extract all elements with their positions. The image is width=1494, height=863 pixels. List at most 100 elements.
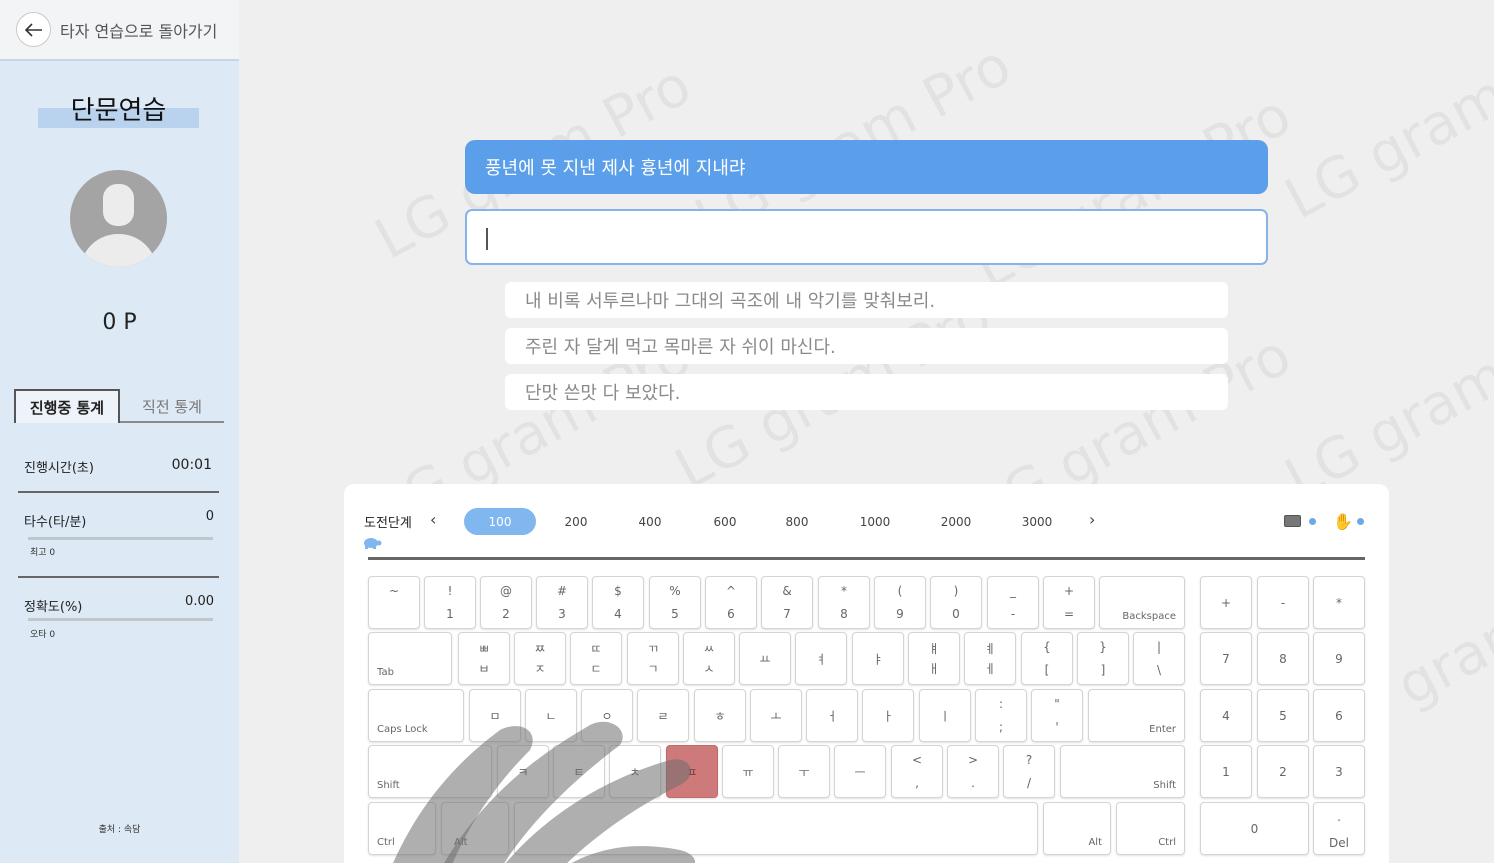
key-numpad-multiply[interactable]: * bbox=[1313, 576, 1365, 629]
key-tab[interactable]: Tab bbox=[368, 632, 452, 685]
level-prev-button[interactable]: ‹ bbox=[430, 510, 436, 529]
key-shift-right[interactable]: Shift bbox=[1060, 745, 1185, 798]
key-alt-left[interactable]: Alt bbox=[441, 802, 509, 855]
key-t[interactable]: ㅆㅅ bbox=[683, 632, 735, 685]
key-capslock[interactable]: Caps Lock bbox=[368, 689, 464, 742]
key-numpad-plus[interactable]: + bbox=[1200, 576, 1252, 629]
key-numpad-1[interactable]: 1 bbox=[1200, 745, 1252, 798]
key-7[interactable]: & 7 bbox=[761, 576, 813, 629]
key-alt-right[interactable]: Alt bbox=[1043, 802, 1111, 855]
key-c[interactable]: ㅊ bbox=[609, 745, 661, 798]
key-3[interactable]: #3 bbox=[536, 576, 588, 629]
key-numpad-6[interactable]: 6 bbox=[1313, 689, 1365, 742]
tab-current-stats[interactable]: 진행중 통계 bbox=[14, 389, 120, 423]
key-right-bracket[interactable]: }] bbox=[1077, 632, 1129, 685]
level-100[interactable]: 100 bbox=[464, 508, 536, 535]
key-v-highlighted[interactable]: ㅍ bbox=[666, 745, 718, 798]
stat-accuracy-label: 정확도(%) bbox=[24, 600, 83, 615]
avatar-head bbox=[103, 184, 134, 226]
key-tilde[interactable]: ~ bbox=[368, 576, 420, 629]
key-s[interactable]: ㄴ bbox=[525, 689, 577, 742]
next-sentence-2: 주린 자 달게 먹고 목마른 자 쉬이 마신다. bbox=[505, 328, 1228, 364]
key-e[interactable]: ㄸㄷ bbox=[570, 632, 622, 685]
level-next-button[interactable]: › bbox=[1089, 510, 1095, 529]
back-arrow-icon[interactable] bbox=[16, 12, 51, 47]
key-q[interactable]: ㅃㅂ bbox=[458, 632, 510, 685]
key-quote[interactable]: " ' bbox=[1031, 689, 1083, 742]
key-n[interactable]: ㅜ bbox=[778, 745, 830, 798]
key-l[interactable]: ㅣ bbox=[919, 689, 971, 742]
key-k[interactable]: ㅏ bbox=[862, 689, 914, 742]
level-3000[interactable]: 3000 bbox=[1017, 508, 1057, 535]
key-numpad-del[interactable]: . Del bbox=[1313, 802, 1365, 855]
key-5[interactable]: % 5 bbox=[649, 576, 701, 629]
keyboard-toggle-icon[interactable] bbox=[1284, 515, 1301, 527]
key-r[interactable]: ㄲㄱ bbox=[627, 632, 679, 685]
key-u[interactable]: ㅕ bbox=[795, 632, 847, 685]
key-backslash[interactable]: | \ bbox=[1133, 632, 1185, 685]
level-1000[interactable]: 1000 bbox=[855, 508, 895, 535]
key-enter[interactable]: Enter bbox=[1088, 689, 1185, 742]
key-6[interactable]: ^ 6 bbox=[705, 576, 757, 629]
key-semicolon[interactable]: :; bbox=[975, 689, 1027, 742]
stat-time: 진행시간(초) 00:01 bbox=[24, 457, 212, 476]
key-comma[interactable]: <, bbox=[891, 745, 943, 798]
key-ctrl-left[interactable]: Ctrl bbox=[368, 802, 436, 855]
key-numpad-3[interactable]: 3 bbox=[1313, 745, 1365, 798]
key-b[interactable]: ㅠ bbox=[722, 745, 774, 798]
key-a[interactable]: ㅁ bbox=[469, 689, 521, 742]
level-2000[interactable]: 2000 bbox=[936, 508, 976, 535]
back-to-typing-button[interactable]: 타자 연습으로 돌아가기 bbox=[0, 0, 239, 61]
key-m[interactable]: ㅡ bbox=[834, 745, 886, 798]
level-600[interactable]: 600 bbox=[705, 508, 745, 535]
key-numpad-7[interactable]: 7 bbox=[1200, 632, 1252, 685]
watermark: LG gram Pro bbox=[1275, 12, 1494, 233]
key-equals[interactable]: + = bbox=[1043, 576, 1095, 629]
key-d[interactable]: ㅇ bbox=[581, 689, 633, 742]
key-o[interactable]: ㅒㅐ bbox=[908, 632, 960, 685]
key-numpad-5[interactable]: 5 bbox=[1257, 689, 1309, 742]
key-numpad-8[interactable]: 8 bbox=[1257, 632, 1309, 685]
stat-speed-best: 최고 0 bbox=[30, 548, 56, 558]
level-200[interactable]: 200 bbox=[556, 508, 596, 535]
key-g[interactable]: ㅎ bbox=[694, 689, 746, 742]
next-sentence-3: 단맛 쓴맛 다 보았다. bbox=[505, 374, 1228, 410]
key-h[interactable]: ㅗ bbox=[750, 689, 802, 742]
key-space[interactable] bbox=[514, 802, 1038, 855]
key-p[interactable]: ㅖㅔ bbox=[964, 632, 1016, 685]
key-4[interactable]: $4 bbox=[592, 576, 644, 629]
key-2[interactable]: @2 bbox=[480, 576, 532, 629]
key-9[interactable]: (9 bbox=[874, 576, 926, 629]
back-label[interactable]: 타자 연습으로 돌아가기 bbox=[60, 18, 217, 42]
key-period[interactable]: >. bbox=[947, 745, 999, 798]
typing-input[interactable] bbox=[465, 209, 1268, 265]
key-1[interactable]: ! 1 bbox=[424, 576, 476, 629]
key-y[interactable]: ㅛ bbox=[739, 632, 791, 685]
key-backspace[interactable]: Backspace bbox=[1099, 576, 1185, 629]
key-z[interactable]: ㅋ bbox=[497, 745, 549, 798]
tab-previous-stats[interactable]: 직전 통계 bbox=[120, 389, 224, 423]
level-400[interactable]: 400 bbox=[630, 508, 670, 535]
key-numpad-9[interactable]: 9 bbox=[1313, 632, 1365, 685]
key-numpad-0[interactable]: 0 bbox=[1200, 802, 1309, 855]
key-minus[interactable]: _ - bbox=[987, 576, 1039, 629]
key-8[interactable]: * 8 bbox=[818, 576, 870, 629]
key-numpad-2[interactable]: 2 bbox=[1257, 745, 1309, 798]
key-shift-left[interactable]: Shift bbox=[368, 745, 492, 798]
key-0[interactable]: ) 0 bbox=[930, 576, 982, 629]
key-numpad-4[interactable]: 4 bbox=[1200, 689, 1252, 742]
key-numpad-minus[interactable]: - bbox=[1257, 576, 1309, 629]
key-slash[interactable]: ? / bbox=[1003, 745, 1055, 798]
key-ctrl-right[interactable]: Ctrl bbox=[1116, 802, 1185, 855]
stat-accuracy: 정확도(%) 0.00 bbox=[24, 594, 214, 615]
key-x[interactable]: ㅌ bbox=[553, 745, 605, 798]
stat-time-label: 진행시간(초) bbox=[24, 461, 94, 476]
key-f[interactable]: ㄹ bbox=[637, 689, 689, 742]
key-i[interactable]: ㅑ bbox=[852, 632, 904, 685]
key-w[interactable]: ㅉㅈ bbox=[514, 632, 566, 685]
divider bbox=[18, 576, 219, 578]
level-800[interactable]: 800 bbox=[777, 508, 817, 535]
key-j[interactable]: ㅓ bbox=[806, 689, 858, 742]
key-left-bracket[interactable]: {[ bbox=[1021, 632, 1073, 685]
hand-toggle-icon[interactable]: ✋ bbox=[1333, 512, 1353, 531]
